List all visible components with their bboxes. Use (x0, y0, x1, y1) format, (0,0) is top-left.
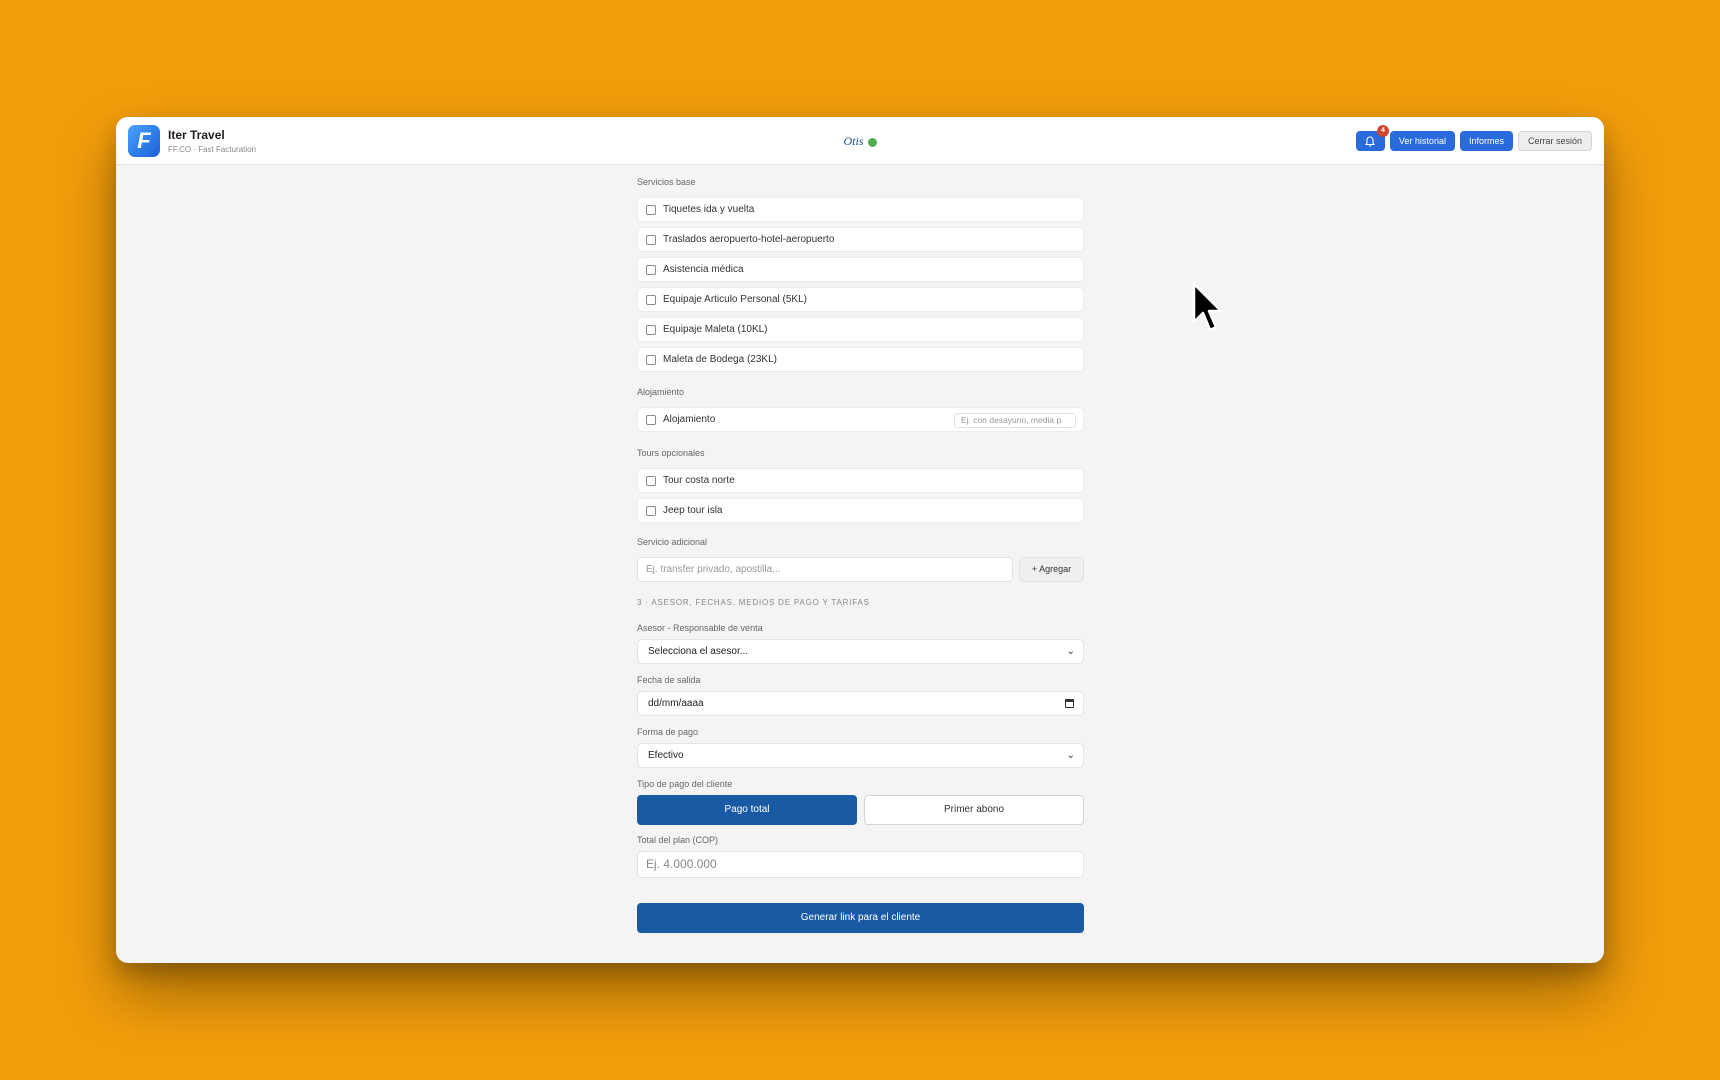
alojamiento-option[interactable]: Alojamiento Ej. con desayuno, media p (637, 407, 1084, 432)
service-option[interactable]: Asistencia médica (637, 257, 1084, 282)
reports-button[interactable]: Informes (1459, 131, 1513, 151)
total-input[interactable]: Ej. 4.000.000 (637, 851, 1084, 878)
checkbox[interactable] (646, 294, 656, 305)
notifications-button[interactable]: 4 (1355, 125, 1389, 151)
notification-badge: 4 (1376, 125, 1389, 137)
service-option-label: Maleta de Bodega (23KL) (663, 354, 777, 365)
forma-pago-value: Efectivo (648, 750, 684, 761)
checkbox[interactable] (646, 324, 656, 335)
center-title-text: Otis (843, 134, 864, 148)
servicios-base-label: Servicios base (637, 177, 696, 187)
alojamiento-detail-input[interactable]: Ej. con desayuno, media p (954, 413, 1076, 428)
servicio-adicional-label: Servicio adicional (637, 537, 708, 547)
service-option-label: Equipaje Articulo Personal (5KL) (663, 294, 807, 305)
additional-service-input[interactable]: Ej. transfer privado, apostilla... (637, 557, 1013, 582)
service-option[interactable]: Traslados aeropuerto-hotel-aeropuerto (637, 227, 1084, 252)
header-actions: 4 Ver historial Informes Cerrar sesión (1355, 125, 1592, 151)
generate-link-button[interactable]: Generar link para el cliente (637, 903, 1084, 933)
section-3-heading: 3 · ASESOR, FECHAS, MEDIOS DE PAGO Y TAR… (637, 598, 870, 607)
chevron-down-icon: ⌄ (1066, 750, 1075, 761)
service-option-label: Traslados aeropuerto-hotel-aeropuerto (663, 234, 835, 245)
service-option[interactable]: Equipaje Articulo Personal (5KL) (637, 287, 1084, 312)
service-option[interactable]: Maleta de Bodega (23KL) (637, 347, 1084, 372)
service-option[interactable]: Tiquetes ida y vuelta (637, 197, 1084, 222)
primer-abono-button[interactable]: Primer abono (864, 795, 1084, 825)
logout-button[interactable]: Cerrar sesión (1517, 131, 1592, 151)
forma-pago-label: Forma de pago (637, 727, 699, 737)
checkbox[interactable] (646, 354, 656, 365)
fecha-salida-value: dd/mm/aaaa (648, 698, 704, 709)
total-label: Total del plan (COP) (637, 835, 719, 845)
tour-option-label: Jeep tour isla (663, 505, 723, 516)
checkbox[interactable] (646, 475, 656, 486)
tour-option[interactable]: Tour costa norte (637, 468, 1084, 493)
asesor-label: Asesor - Responsable de venta (637, 623, 763, 633)
fecha-salida-input[interactable]: dd/mm/aaaa (637, 691, 1084, 716)
mouse-pointer-icon (1192, 282, 1223, 332)
bell-icon (1365, 135, 1376, 147)
top-bar: F Iter Travel FF.CO · Fast Facturation O… (116, 117, 1604, 165)
chevron-down-icon: ⌄ (1066, 646, 1075, 657)
asesor-select[interactable]: Selecciona el asesor... ⌄ (637, 639, 1084, 664)
alojamiento-option-label: Alojamiento (663, 414, 716, 425)
app-window: F Iter Travel FF.CO · Fast Facturation O… (116, 117, 1604, 963)
checkbox[interactable] (646, 264, 656, 275)
tour-option-label: Tour costa norte (663, 475, 735, 486)
add-service-button[interactable]: + Agregar (1019, 557, 1084, 582)
calendar-icon[interactable] (1065, 699, 1074, 708)
checkbox[interactable] (646, 234, 656, 245)
tour-option[interactable]: Jeep tour isla (637, 498, 1084, 523)
service-option[interactable]: Equipaje Maleta (10KL) (637, 317, 1084, 342)
service-option-label: Equipaje Maleta (10KL) (663, 324, 768, 335)
checkbox[interactable] (646, 505, 656, 516)
service-option-label: Asistencia médica (663, 264, 744, 275)
status-dot-icon (867, 137, 877, 147)
asesor-select-value: Selecciona el asesor... (648, 646, 749, 657)
checkbox[interactable] (646, 414, 656, 425)
forma-pago-select[interactable]: Efectivo ⌄ (637, 743, 1084, 768)
tours-label: Tours opcionales (637, 448, 705, 458)
checkbox[interactable] (646, 204, 656, 215)
pago-total-button[interactable]: Pago total (637, 795, 857, 825)
tipo-pago-label: Tipo de pago del cliente (637, 779, 733, 789)
fecha-label: Fecha de salida (637, 675, 701, 685)
alojamiento-label: Alojamiento (637, 387, 685, 397)
history-button[interactable]: Ver historial (1389, 131, 1455, 151)
service-option-label: Tiquetes ida y vuelta (663, 204, 755, 215)
